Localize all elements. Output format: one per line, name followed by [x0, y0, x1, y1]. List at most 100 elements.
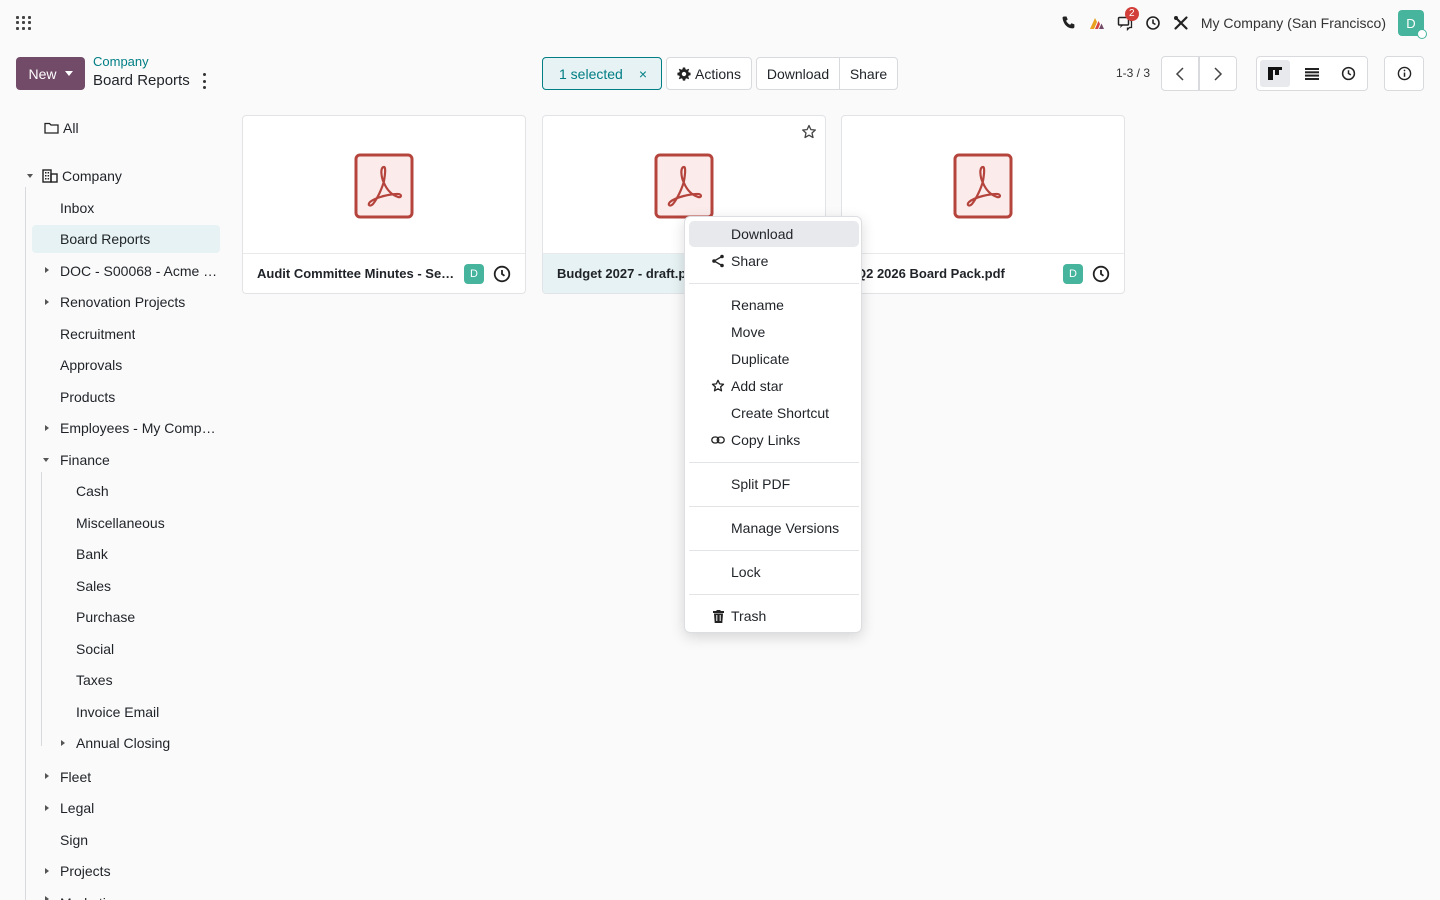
- sidebar-item-finance[interactable]: Finance: [60, 446, 110, 474]
- menu-item-copy-links[interactable]: Copy Links: [689, 427, 859, 453]
- sidebar-item-miscellaneous[interactable]: Miscellaneous: [76, 509, 165, 537]
- sidebar-item-projects[interactable]: Projects: [60, 857, 111, 885]
- messages-icon[interactable]: 2: [1111, 7, 1139, 36]
- control-panel: New Company Board Reports 1 selected × A…: [0, 52, 1440, 96]
- menu-item-split-pdf[interactable]: Split PDF: [689, 471, 859, 497]
- chevron-right-icon: [1214, 66, 1223, 81]
- menu-divider: [689, 594, 859, 595]
- trash-icon: [711, 609, 725, 623]
- systray: 2 My Company (San Francisco) D: [1055, 7, 1427, 39]
- details-panel-button[interactable]: [1384, 56, 1424, 91]
- caret-right-icon[interactable]: [61, 740, 65, 746]
- sidebar-item-products[interactable]: Products: [60, 383, 115, 411]
- phone-icon[interactable]: [1055, 10, 1083, 36]
- sidebar-item-cash[interactable]: Cash: [76, 477, 109, 505]
- document-card[interactable]: Audit Committee Minutes - Se… D: [242, 115, 526, 294]
- sidebar-item-fleet[interactable]: Fleet: [60, 763, 91, 791]
- sidebar-item-marketing[interactable]: Marketing: [60, 889, 121, 900]
- download-button[interactable]: Download: [756, 57, 840, 90]
- menu-item-download[interactable]: Download: [689, 221, 859, 247]
- sidebar-item-board-reports[interactable]: Board Reports: [32, 225, 220, 253]
- sidebar-item-label: All: [63, 120, 79, 136]
- actions-label: Actions: [695, 65, 741, 82]
- menu-item-move[interactable]: Move: [689, 319, 859, 345]
- kanban-view-button[interactable]: [1260, 60, 1290, 87]
- document-name[interactable]: Q2 2026 Board Pack.pdf: [856, 266, 1055, 281]
- menu-item-rename[interactable]: Rename: [689, 292, 859, 318]
- pager-previous-button[interactable]: [1161, 56, 1199, 91]
- breadcrumb-parent[interactable]: Company: [93, 54, 190, 70]
- sidebar-item-sign[interactable]: Sign: [60, 826, 88, 854]
- pager-value[interactable]: 1-3 / 3: [1116, 66, 1150, 80]
- activity-clock-icon[interactable]: [493, 265, 511, 283]
- pager-next-button[interactable]: [1199, 56, 1237, 91]
- document-thumbnail[interactable]: [243, 116, 525, 256]
- menu-item-label: Lock: [731, 564, 761, 580]
- activity-clock-icon[interactable]: [1092, 265, 1110, 283]
- clock-icon: [1341, 66, 1356, 81]
- caret-down-icon[interactable]: [27, 174, 33, 178]
- share-button[interactable]: Share: [839, 57, 898, 90]
- caret-right-icon[interactable]: [45, 267, 49, 273]
- sidebar-item-sales[interactable]: Sales: [76, 572, 111, 600]
- sidebar-item-social[interactable]: Social: [76, 635, 114, 663]
- sidebar-item-purchase[interactable]: Purchase: [76, 603, 135, 631]
- star-icon: [711, 379, 725, 393]
- actions-button[interactable]: Actions: [666, 57, 752, 90]
- owner-avatar[interactable]: D: [464, 263, 484, 284]
- sidebar-item-renovation-projects[interactable]: Renovation Projects: [60, 288, 185, 316]
- sidebar-item-inbox[interactable]: Inbox: [60, 194, 94, 222]
- apps-menu-icon[interactable]: [16, 16, 32, 30]
- sidebar-item-company[interactable]: Company: [42, 162, 122, 190]
- owner-avatar[interactable]: D: [1063, 263, 1083, 284]
- caret-right-icon[interactable]: [45, 868, 49, 874]
- more-options-icon[interactable]: [200, 73, 208, 89]
- menu-item-trash[interactable]: Trash: [689, 603, 859, 629]
- tools-icon[interactable]: [1167, 10, 1195, 36]
- sidebar-item-approvals[interactable]: Approvals: [60, 351, 122, 379]
- clear-selection-button[interactable]: ×: [639, 66, 647, 82]
- document-thumbnail[interactable]: [842, 116, 1124, 256]
- selection-indicator: 1 selected ×: [542, 57, 662, 90]
- sidebar-item-all[interactable]: All: [44, 120, 79, 136]
- user-avatar[interactable]: D: [1398, 10, 1427, 39]
- sidebar-item-doc[interactable]: DOC - S00068 - Acme …: [60, 257, 220, 285]
- company-switcher[interactable]: My Company (San Francisco): [1201, 15, 1386, 31]
- online-status-icon: [1417, 29, 1427, 39]
- caret-right-icon[interactable]: [45, 425, 49, 431]
- menu-item-lock[interactable]: Lock: [689, 559, 859, 585]
- app-logo-icon[interactable]: [1083, 10, 1111, 36]
- sidebar-item-taxes[interactable]: Taxes: [76, 666, 113, 694]
- sidebar-item-legal[interactable]: Legal: [60, 794, 94, 822]
- top-navbar: 2 My Company (San Francisco) D: [0, 0, 1440, 46]
- menu-item-share[interactable]: Share: [689, 248, 859, 274]
- activity-clock-icon[interactable]: [1139, 10, 1167, 36]
- new-button[interactable]: New: [16, 57, 85, 90]
- sidebar-item-employees[interactable]: Employees - My Comp…: [60, 414, 220, 442]
- breadcrumb: Company Board Reports: [93, 54, 190, 89]
- sidebar-item-label: Company: [62, 168, 122, 184]
- menu-item-duplicate[interactable]: Duplicate: [689, 346, 859, 372]
- list-view-button[interactable]: [1293, 57, 1330, 90]
- menu-item-add-star[interactable]: Add star: [689, 373, 859, 399]
- link-icon: [711, 433, 725, 447]
- menu-item-manage-versions[interactable]: Manage Versions: [689, 515, 859, 541]
- menu-item-create-shortcut[interactable]: Create Shortcut: [689, 400, 859, 426]
- caret-right-icon[interactable]: [45, 773, 49, 779]
- breadcrumb-current: Board Reports: [93, 72, 190, 89]
- caret-right-icon[interactable]: [45, 805, 49, 811]
- sidebar-item-bank[interactable]: Bank: [76, 540, 108, 568]
- document-name[interactable]: Audit Committee Minutes - Se…: [257, 266, 456, 281]
- activity-view-button[interactable]: [1330, 57, 1367, 90]
- sidebar-item-invoice-email[interactable]: Invoice Email: [76, 698, 159, 726]
- sidebar-item-recruitment[interactable]: Recruitment: [60, 320, 135, 348]
- caret-right-icon[interactable]: [45, 299, 49, 305]
- star-icon[interactable]: [801, 124, 817, 140]
- caret-down-icon[interactable]: [43, 458, 49, 462]
- caret-right-icon[interactable]: [45, 896, 49, 900]
- document-card[interactable]: Q2 2026 Board Pack.pdf D: [841, 115, 1125, 294]
- selected-count: 1 selected: [559, 65, 623, 82]
- menu-divider: [689, 462, 859, 463]
- document-card-footer: Audit Committee Minutes - Se… D: [243, 253, 525, 293]
- sidebar-item-annual-closing[interactable]: Annual Closing: [76, 729, 170, 757]
